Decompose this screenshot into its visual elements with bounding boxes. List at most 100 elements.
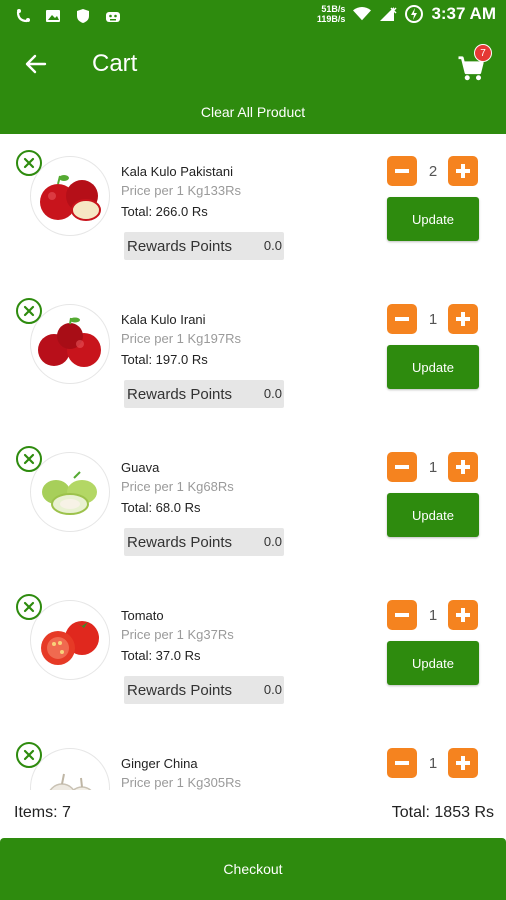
call-forward-icon — [14, 7, 32, 25]
update-button[interactable]: Update — [387, 345, 479, 389]
android-icon — [104, 7, 122, 25]
close-icon — [23, 601, 35, 613]
product-image — [30, 600, 110, 680]
quantity-value: 1 — [428, 459, 438, 476]
plus-icon — [456, 608, 470, 622]
signal-icon — [379, 5, 397, 23]
increase-qty-button[interactable] — [448, 748, 478, 778]
page-title: Cart — [92, 50, 138, 77]
cart-count-badge: 7 — [474, 44, 492, 62]
status-bar: 51B/s 119B/s 3:37 AM — [0, 0, 506, 32]
clock: 3:37 AM — [431, 4, 496, 23]
plus-icon — [456, 756, 470, 770]
minus-icon — [395, 761, 409, 765]
garlic-image — [49, 773, 92, 790]
product-total: Total: 37.0 Rs — [121, 648, 201, 663]
rewards-points-box: Rewards Points 0.0 — [124, 528, 284, 556]
items-count: Items: 7 — [14, 804, 71, 821]
back-button[interactable] — [20, 48, 52, 80]
product-name: Kala Kulo Pakistani — [121, 164, 234, 179]
close-icon — [23, 305, 35, 317]
decrease-qty-button[interactable] — [387, 452, 417, 482]
product-total: Total: 68.0 Rs — [121, 500, 201, 515]
rewards-points-box: Rewards Points 0.0 — [124, 380, 284, 408]
net-up-speed: 51B/s — [321, 4, 346, 14]
remove-item-button[interactable] — [16, 594, 42, 620]
shield-icon — [74, 7, 92, 25]
product-price: Price per 1 Kg197Rs — [121, 331, 241, 346]
product-image — [30, 304, 110, 384]
quantity-value: 1 — [428, 311, 438, 328]
apple-image — [40, 175, 101, 221]
rewards-value: 0.0 — [263, 682, 282, 697]
cart-item: Kala Kulo Irani Price per 1 Kg197Rs Tota… — [0, 282, 506, 430]
decrease-qty-button[interactable] — [387, 600, 417, 630]
remove-item-button[interactable] — [16, 446, 42, 472]
net-down-speed: 119B/s — [316, 14, 346, 24]
rewards-value: 0.0 — [263, 238, 282, 253]
plus-icon — [456, 312, 470, 326]
apple-image — [38, 317, 101, 367]
increase-qty-button[interactable] — [448, 156, 478, 186]
product-total: Total: 197.0 Rs — [121, 352, 208, 367]
close-icon — [23, 453, 35, 465]
minus-icon — [395, 465, 409, 469]
rewards-label: Rewards Points — [127, 238, 233, 255]
product-name: Tomato — [121, 608, 164, 623]
battery-charging-icon — [405, 5, 424, 23]
grand-total: Total: 1853 Rs — [391, 804, 494, 821]
rewards-label: Rewards Points — [127, 386, 233, 403]
cart-summary: Items: 7 Total: 1853 Rs — [0, 790, 506, 836]
product-image — [30, 452, 110, 532]
decrease-qty-button[interactable] — [387, 156, 417, 186]
remove-item-button[interactable] — [16, 150, 42, 176]
cart-item: Kala Kulo Pakistani Price per 1 Kg133Rs … — [0, 134, 506, 282]
guava-image — [42, 471, 97, 515]
image-icon — [44, 7, 62, 25]
decrease-qty-button[interactable] — [387, 304, 417, 334]
cart-item: Tomato Price per 1 Kg37Rs Total: 37.0 Rs… — [0, 578, 506, 726]
cart-list[interactable]: Kala Kulo Pakistani Price per 1 Kg133Rs … — [0, 134, 506, 790]
quantity-value: 1 — [428, 755, 438, 772]
minus-icon — [395, 613, 409, 617]
quantity-value: 2 — [428, 163, 438, 180]
product-price: Price per 1 Kg68Rs — [121, 479, 234, 494]
cart-button[interactable]: 7 — [454, 44, 492, 84]
network-speed: 51B/s 119B/s — [317, 4, 346, 24]
increase-qty-button[interactable] — [448, 600, 478, 630]
update-button[interactable]: Update — [387, 493, 479, 537]
quantity-value: 1 — [428, 607, 438, 624]
product-price: Price per 1 Kg305Rs — [121, 775, 241, 790]
increase-qty-button[interactable] — [448, 304, 478, 334]
product-name: Guava — [121, 460, 160, 475]
product-total: Total: 266.0 Rs — [121, 204, 208, 219]
tomato-image — [41, 621, 99, 665]
product-price: Price per 1 Kg133Rs — [121, 183, 241, 198]
wifi-icon — [353, 5, 372, 23]
product-image — [30, 156, 110, 236]
rewards-points-box: Rewards Points 0.0 — [124, 232, 284, 260]
update-button[interactable]: Update — [387, 197, 479, 241]
clear-all-button[interactable]: Clear All Product — [0, 104, 506, 120]
decrease-qty-button[interactable] — [387, 748, 417, 778]
checkout-button[interactable]: Checkout — [0, 838, 506, 900]
product-image — [30, 748, 110, 790]
remove-item-button[interactable] — [16, 298, 42, 324]
minus-icon — [395, 317, 409, 321]
minus-icon — [395, 169, 409, 173]
system-status: 51B/s 119B/s 3:37 AM — [317, 4, 496, 24]
notification-icons — [14, 7, 122, 25]
update-button[interactable]: Update — [387, 641, 479, 685]
arrow-back-icon — [25, 54, 47, 74]
increase-qty-button[interactable] — [448, 452, 478, 482]
rewards-label: Rewards Points — [127, 682, 233, 699]
remove-item-button[interactable] — [16, 742, 42, 768]
product-name: Kala Kulo Irani — [121, 312, 206, 327]
product-price: Price per 1 Kg37Rs — [121, 627, 234, 642]
plus-icon — [456, 164, 470, 178]
close-icon — [23, 157, 35, 169]
cart-item: Ginger China Price per 1 Kg305Rs 1 — [0, 726, 506, 790]
rewards-label: Rewards Points — [127, 534, 233, 551]
cart-item: Guava Price per 1 Kg68Rs Total: 68.0 Rs … — [0, 430, 506, 578]
close-icon — [23, 749, 35, 761]
